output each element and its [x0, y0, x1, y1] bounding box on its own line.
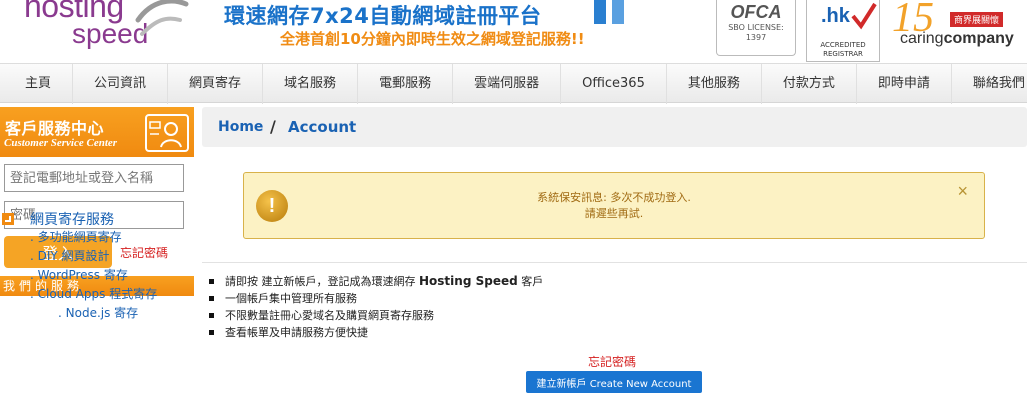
nav-item-email[interactable]: 電郵服務 [358, 64, 454, 104]
alert-line-1: 系統保安訊息: 多次不成功登入. [537, 191, 691, 204]
caring-brand-b: company [943, 30, 1014, 47]
runner-swoosh-icon [135, 0, 189, 36]
benefit-item: 查看帳單及申請服務方便快捷 [208, 324, 543, 341]
slogan-main: 環速網存7x24自動網域註冊平台 [224, 4, 542, 28]
service-item-nodejs[interactable]: . Node.js 寄存 [30, 304, 194, 323]
ofca-line2: 1397 [745, 33, 767, 42]
hosting-speed-logo[interactable]: hosting speed [22, 0, 189, 58]
service-item-cloud-apps[interactable]: . Cloud Apps 程式寄存 [30, 285, 194, 304]
caring-tag: 商界展關懷 [950, 12, 1004, 27]
alert-line-2: 請遲些再試. [584, 207, 644, 220]
main-nav: 主頁 公司資訊 網頁寄存 域名服務 電郵服務 雲端伺服器 Office365 其… [0, 63, 1027, 104]
benefit-item: 請即按 建立新帳戶，登記成為環速網存 Hosting Speed 客戶 [208, 273, 543, 290]
breadcrumb-home-link[interactable]: Home [218, 119, 263, 135]
benefit-item: 一個帳戶集中管理所有服務 [208, 290, 543, 307]
nav-item-apply-now[interactable]: 即時申請 [857, 64, 952, 104]
decorative-bars-icon [594, 0, 624, 24]
hk-registrar-badge: .hk ACCREDITED REGISTRAR [806, 0, 880, 62]
nav-item-contact[interactable]: 聯絡我們 [952, 64, 1027, 104]
caring-company-badge: 15 商界展關懷 caringcompany [888, 0, 1027, 60]
arrow-icon [2, 213, 14, 225]
hk-checkmark-icon: .hk [821, 2, 877, 30]
breadcrumb: Home / Account [202, 107, 1027, 147]
alert-message: 系統保安訊息: 多次不成功登入. 請遲些再試. [244, 190, 984, 222]
service-item-wordpress[interactable]: . WordPress 寄存 [30, 266, 194, 285]
nav-item-hosting[interactable]: 網頁寄存 [168, 64, 264, 104]
breadcrumb-current: Account [288, 118, 357, 136]
ofca-title: OFCA [730, 2, 782, 22]
hk-line2: REGISTRAR [823, 50, 863, 58]
sidebar: 客戶服務中心 Customer Service Center 登入 忘記密碼 我… [0, 107, 194, 420]
email-login-input[interactable] [4, 164, 184, 192]
breadcrumb-separator: / [270, 117, 276, 136]
support-agent-icon [145, 114, 189, 152]
create-account-button[interactable]: 建立新帳戶 Create New Account [526, 371, 702, 393]
csc-subtitle: Customer Service Center [4, 137, 118, 149]
benefit-1-post: 客戶 [517, 275, 544, 288]
account-benefits-list: 請即按 建立新帳戶，登記成為環速網存 Hosting Speed 客戶 一個帳戶… [208, 273, 543, 341]
ofca-line1: SBO LICENSE: [728, 23, 784, 32]
security-alert: ! 系統保安訊息: 多次不成功登入. 請遲些再試. × [243, 172, 985, 239]
svg-text:.hk: .hk [821, 5, 851, 27]
site-header: hosting speed 環速網存7x24自動網域註冊平台 全港首創10分鐘內… [0, 0, 1027, 62]
service-group-hosting[interactable]: 網頁寄存服務 [30, 209, 114, 229]
nav-item-cloud-server[interactable]: 雲端伺服器 [453, 64, 562, 104]
csc-title: 客戶服務中心 [5, 119, 105, 138]
content-divider [202, 262, 1027, 263]
caring-brand: caringcompany [900, 30, 1014, 48]
service-list: . 多功能網頁寄存 . DIY 網頁設計 . WordPress 寄存 . Cl… [30, 228, 194, 323]
benefit-1-brand: Hosting Speed [419, 274, 518, 288]
slogan-sub: 全港首創10分鐘內即時生效之網域登記服務!! [280, 30, 585, 48]
nav-item-domain[interactable]: 域名服務 [263, 64, 359, 104]
benefit-item: 不限數量註冊心愛域名及購買網頁寄存服務 [208, 307, 543, 324]
nav-item-company[interactable]: 公司資訊 [73, 64, 169, 104]
benefit-1-pre: 請即按 建立新帳戶，登記成為環速網存 [225, 275, 419, 288]
customer-service-banner: 客戶服務中心 Customer Service Center [0, 107, 194, 157]
ofca-license-badge: OFCA SBO LICENSE: 1397 [716, 0, 796, 56]
nav-item-office365[interactable]: Office365 [561, 64, 667, 104]
hk-badge-caption: ACCREDITED REGISTRAR [807, 41, 879, 59]
caring-brand-a: caring [900, 30, 944, 47]
hk-line1: ACCREDITED [820, 41, 866, 49]
service-item-diy-design[interactable]: . DIY 網頁設計 [30, 247, 194, 266]
nav-item-other-services[interactable]: 其他服務 [667, 64, 762, 104]
nav-item-payment[interactable]: 付款方式 [762, 64, 857, 104]
nav-item-home[interactable]: 主頁 [4, 64, 74, 104]
close-icon[interactable]: × [957, 181, 968, 202]
service-item-multi-hosting[interactable]: . 多功能網頁寄存 [30, 228, 194, 247]
forgot-password-link[interactable]: 忘記密碼 [588, 353, 636, 370]
